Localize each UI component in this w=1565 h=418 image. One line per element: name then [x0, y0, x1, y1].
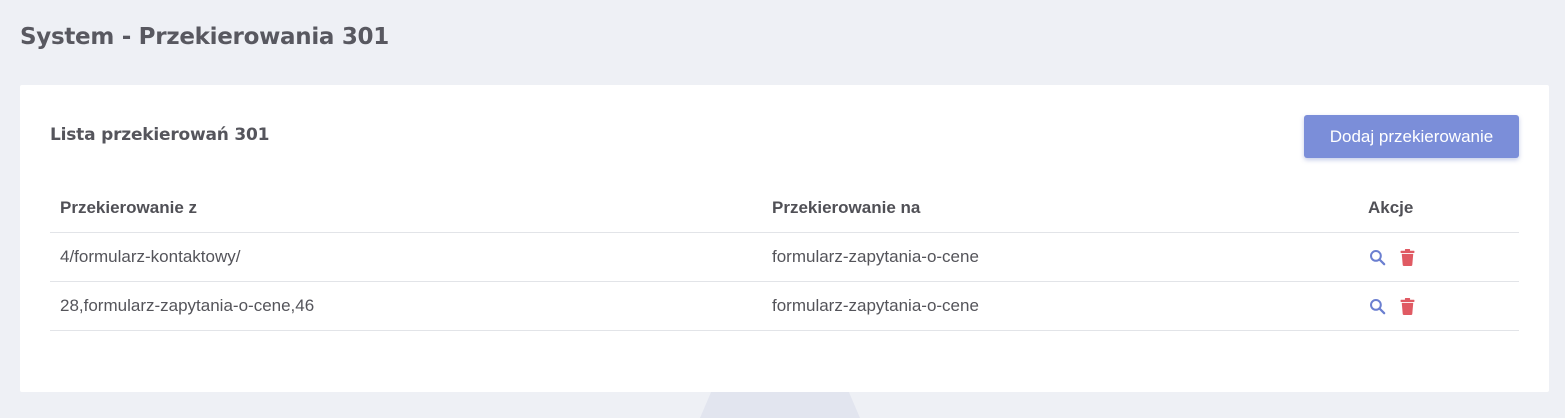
- redirect-to-cell: formularz-zapytania-o-cene: [772, 247, 979, 266]
- search-icon[interactable]: [1368, 297, 1386, 315]
- column-header-to: Przekierowanie na: [772, 197, 921, 217]
- column-header-actions: Akcje: [1368, 197, 1414, 217]
- table-row: 4/formularz-kontaktowy/ formularz-zapyta…: [50, 233, 1519, 282]
- table-header-row: Przekierowanie z Przekierowanie na Akcje: [50, 183, 1519, 233]
- row-actions: [1368, 297, 1416, 315]
- search-icon[interactable]: [1368, 248, 1386, 266]
- page-title: System - Przekierowania 301: [20, 24, 389, 50]
- column-header-from: Przekierowanie z: [60, 197, 198, 217]
- trash-icon[interactable]: [1398, 248, 1416, 266]
- background-decoration: [700, 388, 860, 418]
- row-actions: [1368, 248, 1416, 266]
- redirect-from-cell: 4/formularz-kontaktowy/: [60, 247, 241, 266]
- redirect-to-cell: formularz-zapytania-o-cene: [772, 296, 979, 315]
- trash-icon[interactable]: [1398, 297, 1416, 315]
- redirects-table: Przekierowanie z Przekierowanie na Akcje…: [50, 183, 1519, 331]
- table-row: 28,formularz-zapytania-o-cene,46 formula…: [50, 282, 1519, 331]
- redirects-card: Lista przekierowań 301 Dodaj przekierowa…: [20, 85, 1549, 392]
- card-title: Lista przekierowań 301: [50, 125, 270, 145]
- add-redirect-button[interactable]: Dodaj przekierowanie: [1304, 115, 1519, 158]
- redirect-from-cell: 28,formularz-zapytania-o-cene,46: [60, 296, 315, 315]
